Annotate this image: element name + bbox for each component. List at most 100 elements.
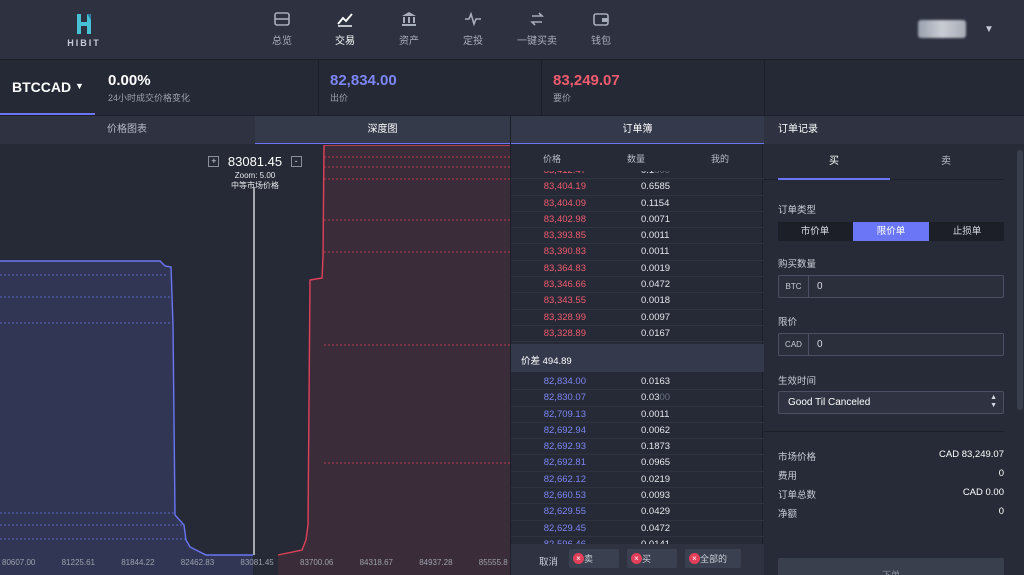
brand-logo[interactable]: HIBIT (62, 12, 106, 50)
row-quantity-value: 0.0018 (641, 295, 671, 307)
time-in-force-select[interactable]: Good Til Canceled ▲ ▼ (778, 391, 1004, 414)
row-quantity-value: 0.0429 (641, 506, 671, 518)
zoom-in-button[interactable]: + (208, 156, 220, 168)
divider (541, 60, 542, 116)
order-type-stop[interactable]: 止损单 (930, 222, 1004, 241)
ask-row[interactable]: 83,328.89 0.0167 (511, 326, 764, 343)
nav-wallet[interactable]: 钱包 (571, 10, 631, 47)
bid-row[interactable]: 82,596.460.0141 (511, 537, 764, 544)
mid-price-label: 中等市场价格 (231, 181, 279, 190)
row-quantity-value: 0.0062 (641, 424, 671, 436)
row-quantity-value: 0.0472 (641, 522, 671, 534)
ask-row[interactable]: 83,328.99 0.0097 (511, 310, 764, 326)
bid-row[interactable]: 82,692.94 0.0062 (511, 423, 764, 440)
row-price: 83,328.99 (543, 311, 586, 323)
bid-row[interactable]: 82,660.53 0.0093 (511, 488, 764, 505)
nav-trade[interactable]: 交易 (315, 10, 375, 47)
button-label: 买 (642, 554, 652, 564)
tab-sell[interactable]: 卖 (890, 146, 1002, 180)
row-quantity: 0.0018 (641, 295, 670, 306)
nav-quick-trade[interactable]: 一键买卖 (507, 10, 567, 47)
ask-row[interactable]: 83,404.09 0.1154 (511, 196, 764, 212)
summary-key: 费用 (778, 471, 798, 482)
quantity-input[interactable]: BTC 0 (778, 275, 1004, 298)
row-price: 83,390.83 (543, 246, 586, 258)
ask-row[interactable]: 83,343.55 0.0018 (511, 293, 764, 310)
ask-row[interactable]: 83,404.19 0.6585 (511, 179, 764, 196)
quantity-label: 购买数量 (778, 259, 817, 270)
row-quantity-faded: 00 (659, 392, 671, 404)
zoom-out-button[interactable]: - (290, 156, 302, 168)
row-price: 83,412.47 (544, 171, 586, 176)
order-type-limit[interactable]: 限价单 (853, 222, 929, 241)
ask-value: 83,249.07 (553, 72, 620, 89)
divider (318, 60, 319, 116)
row-quantity: 0.1154 (641, 198, 669, 209)
tab-price-chart[interactable]: 价格图表 (0, 116, 254, 144)
ask-label: 要价 (553, 93, 572, 103)
row-quantity: 0.6585 (641, 181, 670, 192)
row-price: 83,328.89 (543, 327, 586, 339)
tab-depth-chart[interactable]: 深度图 (255, 116, 510, 144)
nav-overview[interactable]: 总览 (252, 10, 312, 47)
chevron-down-icon[interactable]: ▼ (984, 24, 994, 35)
ask-row[interactable]: 83,364.83 0.0019 (511, 261, 764, 278)
bid-row[interactable]: 82,692.93 0.1873 (511, 439, 764, 456)
nav-assets[interactable]: 资产 (379, 10, 439, 47)
bid-row[interactable]: 82,830.07 0.0300 (511, 390, 764, 407)
time-in-force-label: 生效时间 (778, 376, 817, 387)
scrollbar[interactable] (1017, 150, 1023, 410)
limit-price-input[interactable]: CAD 0 (778, 333, 1004, 356)
bid-row[interactable]: 82,834.00 0.0163 (511, 374, 764, 391)
x-tick-label: 81844.22 (121, 558, 155, 567)
row-quantity-value: 0.6585 (641, 181, 671, 193)
nav-label: 定投 (463, 36, 483, 47)
col-mine: 我的 (711, 154, 730, 164)
ask-row[interactable]: 83,412.47 0.1500 (511, 171, 764, 180)
row-quantity-value: 0.0965 (641, 457, 671, 469)
depth-chart[interactable]: 80607.00 81225.61 81844.22 82462.83 83081.45… (0, 145, 510, 575)
ask-row[interactable]: 83,346.66 0.0472 (511, 277, 764, 294)
nav-recurring[interactable]: 定投 (443, 10, 503, 47)
bid-row[interactable]: 82,662.12 0.0219 (511, 472, 764, 489)
order-type-market[interactable]: 市价单 (778, 222, 852, 241)
row-quantity-value: 0.0097 (641, 311, 671, 323)
tab-buy[interactable]: 买 (778, 146, 890, 180)
place-order-button[interactable]: 下单 (778, 558, 1004, 575)
order-book-footer: 取消 × 卖 × 买 × 全部的 (511, 544, 764, 575)
bid-row[interactable]: 82,629.55 0.0429 (511, 504, 764, 521)
bid-label: 出价 (330, 93, 349, 103)
change-value: 0.00% (108, 72, 151, 89)
currency-tag: BTC (779, 276, 809, 297)
row-quantity-value: 0.0093 (641, 490, 671, 502)
cancel-buy-button[interactable]: × 买 (627, 549, 677, 568)
bid-row[interactable]: 82,709.13 0.0011 (511, 407, 764, 423)
bid-row[interactable]: 82,692.81 0.0965 (511, 455, 764, 472)
ask-row[interactable]: 83,402.98 0.0071 (511, 212, 764, 229)
x-tick-label: 84318.67 (360, 558, 394, 567)
limit-price-value: 0 (817, 339, 823, 350)
pair-selector[interactable]: BTCCAD ▼ (0, 60, 95, 115)
x-tick-label: 85555.8 (479, 558, 508, 567)
row-price: 83,404.19 (543, 181, 586, 193)
summary-value: CAD 0.00 (962, 487, 1004, 498)
row-price: 83,364.83 (543, 262, 586, 274)
x-tick-label: 82462.83 (181, 558, 215, 567)
cancel-all-button[interactable]: × 全部的 (685, 549, 741, 568)
ask-row[interactable]: 83,393.85 0.0011 (511, 228, 764, 245)
swap-icon (530, 12, 544, 26)
cancel-sell-button[interactable]: × 卖 (569, 549, 619, 568)
bid-value: 82,834.00 (330, 72, 397, 89)
col-price: 价格 (543, 154, 562, 164)
summary-key: 净额 (778, 509, 798, 520)
bid-row[interactable]: 82,629.45 0.0472 (511, 521, 764, 537)
row-quantity: 0.0062 (641, 425, 670, 436)
top-navigation: HIBIT 总览 交易 资产 定投 一键买卖 钱包 ▼ (0, 0, 1024, 60)
order-panel-title: 订单记录 (764, 116, 1024, 144)
row-quantity: 0.0965 (641, 457, 670, 468)
user-avatar-redacted[interactable] (918, 20, 966, 38)
order-book-header: 价格 数量 我的 (511, 146, 764, 168)
summary-value: 0 (998, 468, 1004, 479)
ask-row[interactable]: 83,390.83 0.0011 (511, 244, 764, 261)
limit-price-label: 限价 (778, 317, 798, 328)
